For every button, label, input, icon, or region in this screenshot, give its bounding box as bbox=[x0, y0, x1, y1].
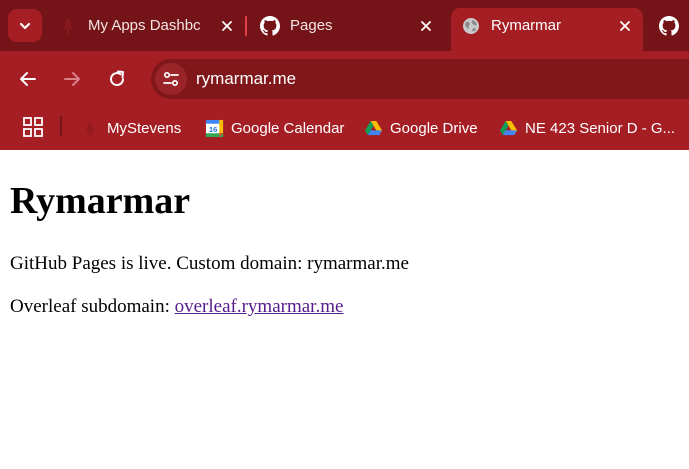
url-text[interactable]: rymarmar.me bbox=[196, 69, 296, 89]
tab-title: Pages bbox=[290, 17, 333, 34]
overleaf-line: Overleaf subdomain: overleaf.rymarmar.me bbox=[10, 296, 343, 318]
google-drive-icon bbox=[363, 119, 383, 139]
tab-pages[interactable]: Pages bbox=[250, 8, 444, 43]
google-drive-icon bbox=[498, 119, 518, 139]
close-icon[interactable] bbox=[218, 17, 235, 34]
bookmark-mystevens[interactable]: MyStevens bbox=[80, 115, 181, 142]
google-calendar-icon: 16 bbox=[204, 119, 224, 139]
tab-search-button[interactable] bbox=[8, 9, 42, 42]
tab-rymarmar[interactable]: Rymarmar bbox=[451, 8, 643, 51]
bookmark-label: MyStevens bbox=[107, 120, 182, 137]
apps-grid-icon bbox=[23, 117, 43, 137]
github-icon bbox=[659, 15, 679, 36]
bookmark-google-drive[interactable]: Google Drive bbox=[363, 115, 478, 142]
back-button[interactable] bbox=[13, 64, 43, 94]
chevron-down-icon bbox=[19, 22, 31, 29]
tab-inner: Rymarmar bbox=[451, 8, 561, 43]
page-heading: Rymarmar bbox=[10, 180, 191, 222]
reload-icon bbox=[110, 70, 125, 87]
bookmarks-bar: MyStevens 16 Google Calendar Google Driv… bbox=[0, 107, 689, 150]
bookmark-label: Google Calendar bbox=[231, 120, 345, 137]
bookmark-label: NE 423 Senior D - G... bbox=[525, 120, 676, 137]
status-line: GitHub Pages is live. Custom domain: rym… bbox=[10, 253, 409, 274]
tab-title: My Apps Dashbc bbox=[88, 17, 201, 34]
tab-github-partial[interactable] bbox=[649, 8, 689, 43]
overleaf-link[interactable]: overleaf.rymarmar.me bbox=[175, 296, 344, 317]
toolbar: rymarmar.me bbox=[0, 51, 689, 107]
arrow-left-icon bbox=[20, 72, 36, 86]
address-bar[interactable]: rymarmar.me bbox=[151, 59, 689, 99]
github-icon bbox=[260, 15, 280, 36]
bookmarks-separator bbox=[60, 116, 62, 136]
tune-icon bbox=[163, 71, 179, 87]
tab-title: Rymarmar bbox=[491, 17, 561, 34]
svg-text:16: 16 bbox=[208, 125, 216, 134]
stevens-icon bbox=[80, 119, 100, 139]
close-icon[interactable] bbox=[616, 17, 633, 34]
arrow-right-icon bbox=[64, 72, 80, 86]
tab-strip: My Apps Dashbc Pages Rymarmar bbox=[0, 0, 689, 51]
close-icon[interactable] bbox=[417, 17, 434, 34]
bookmark-label: Google Drive bbox=[390, 120, 478, 137]
bookmark-ne423[interactable]: NE 423 Senior D - G... bbox=[498, 115, 675, 142]
globe-icon bbox=[461, 16, 481, 36]
forward-button[interactable] bbox=[57, 64, 87, 94]
stevens-icon bbox=[58, 16, 78, 36]
overleaf-label: Overleaf subdomain: bbox=[10, 296, 175, 317]
tab-my-apps[interactable]: My Apps Dashbc bbox=[50, 8, 245, 43]
apps-button[interactable] bbox=[22, 116, 44, 138]
reload-button[interactable] bbox=[102, 64, 132, 94]
tab-separator bbox=[245, 16, 247, 36]
page-content: Rymarmar GitHub Pages is live. Custom do… bbox=[0, 150, 689, 469]
bookmark-google-calendar[interactable]: 16 Google Calendar bbox=[204, 115, 344, 142]
site-info-button[interactable] bbox=[155, 63, 187, 95]
